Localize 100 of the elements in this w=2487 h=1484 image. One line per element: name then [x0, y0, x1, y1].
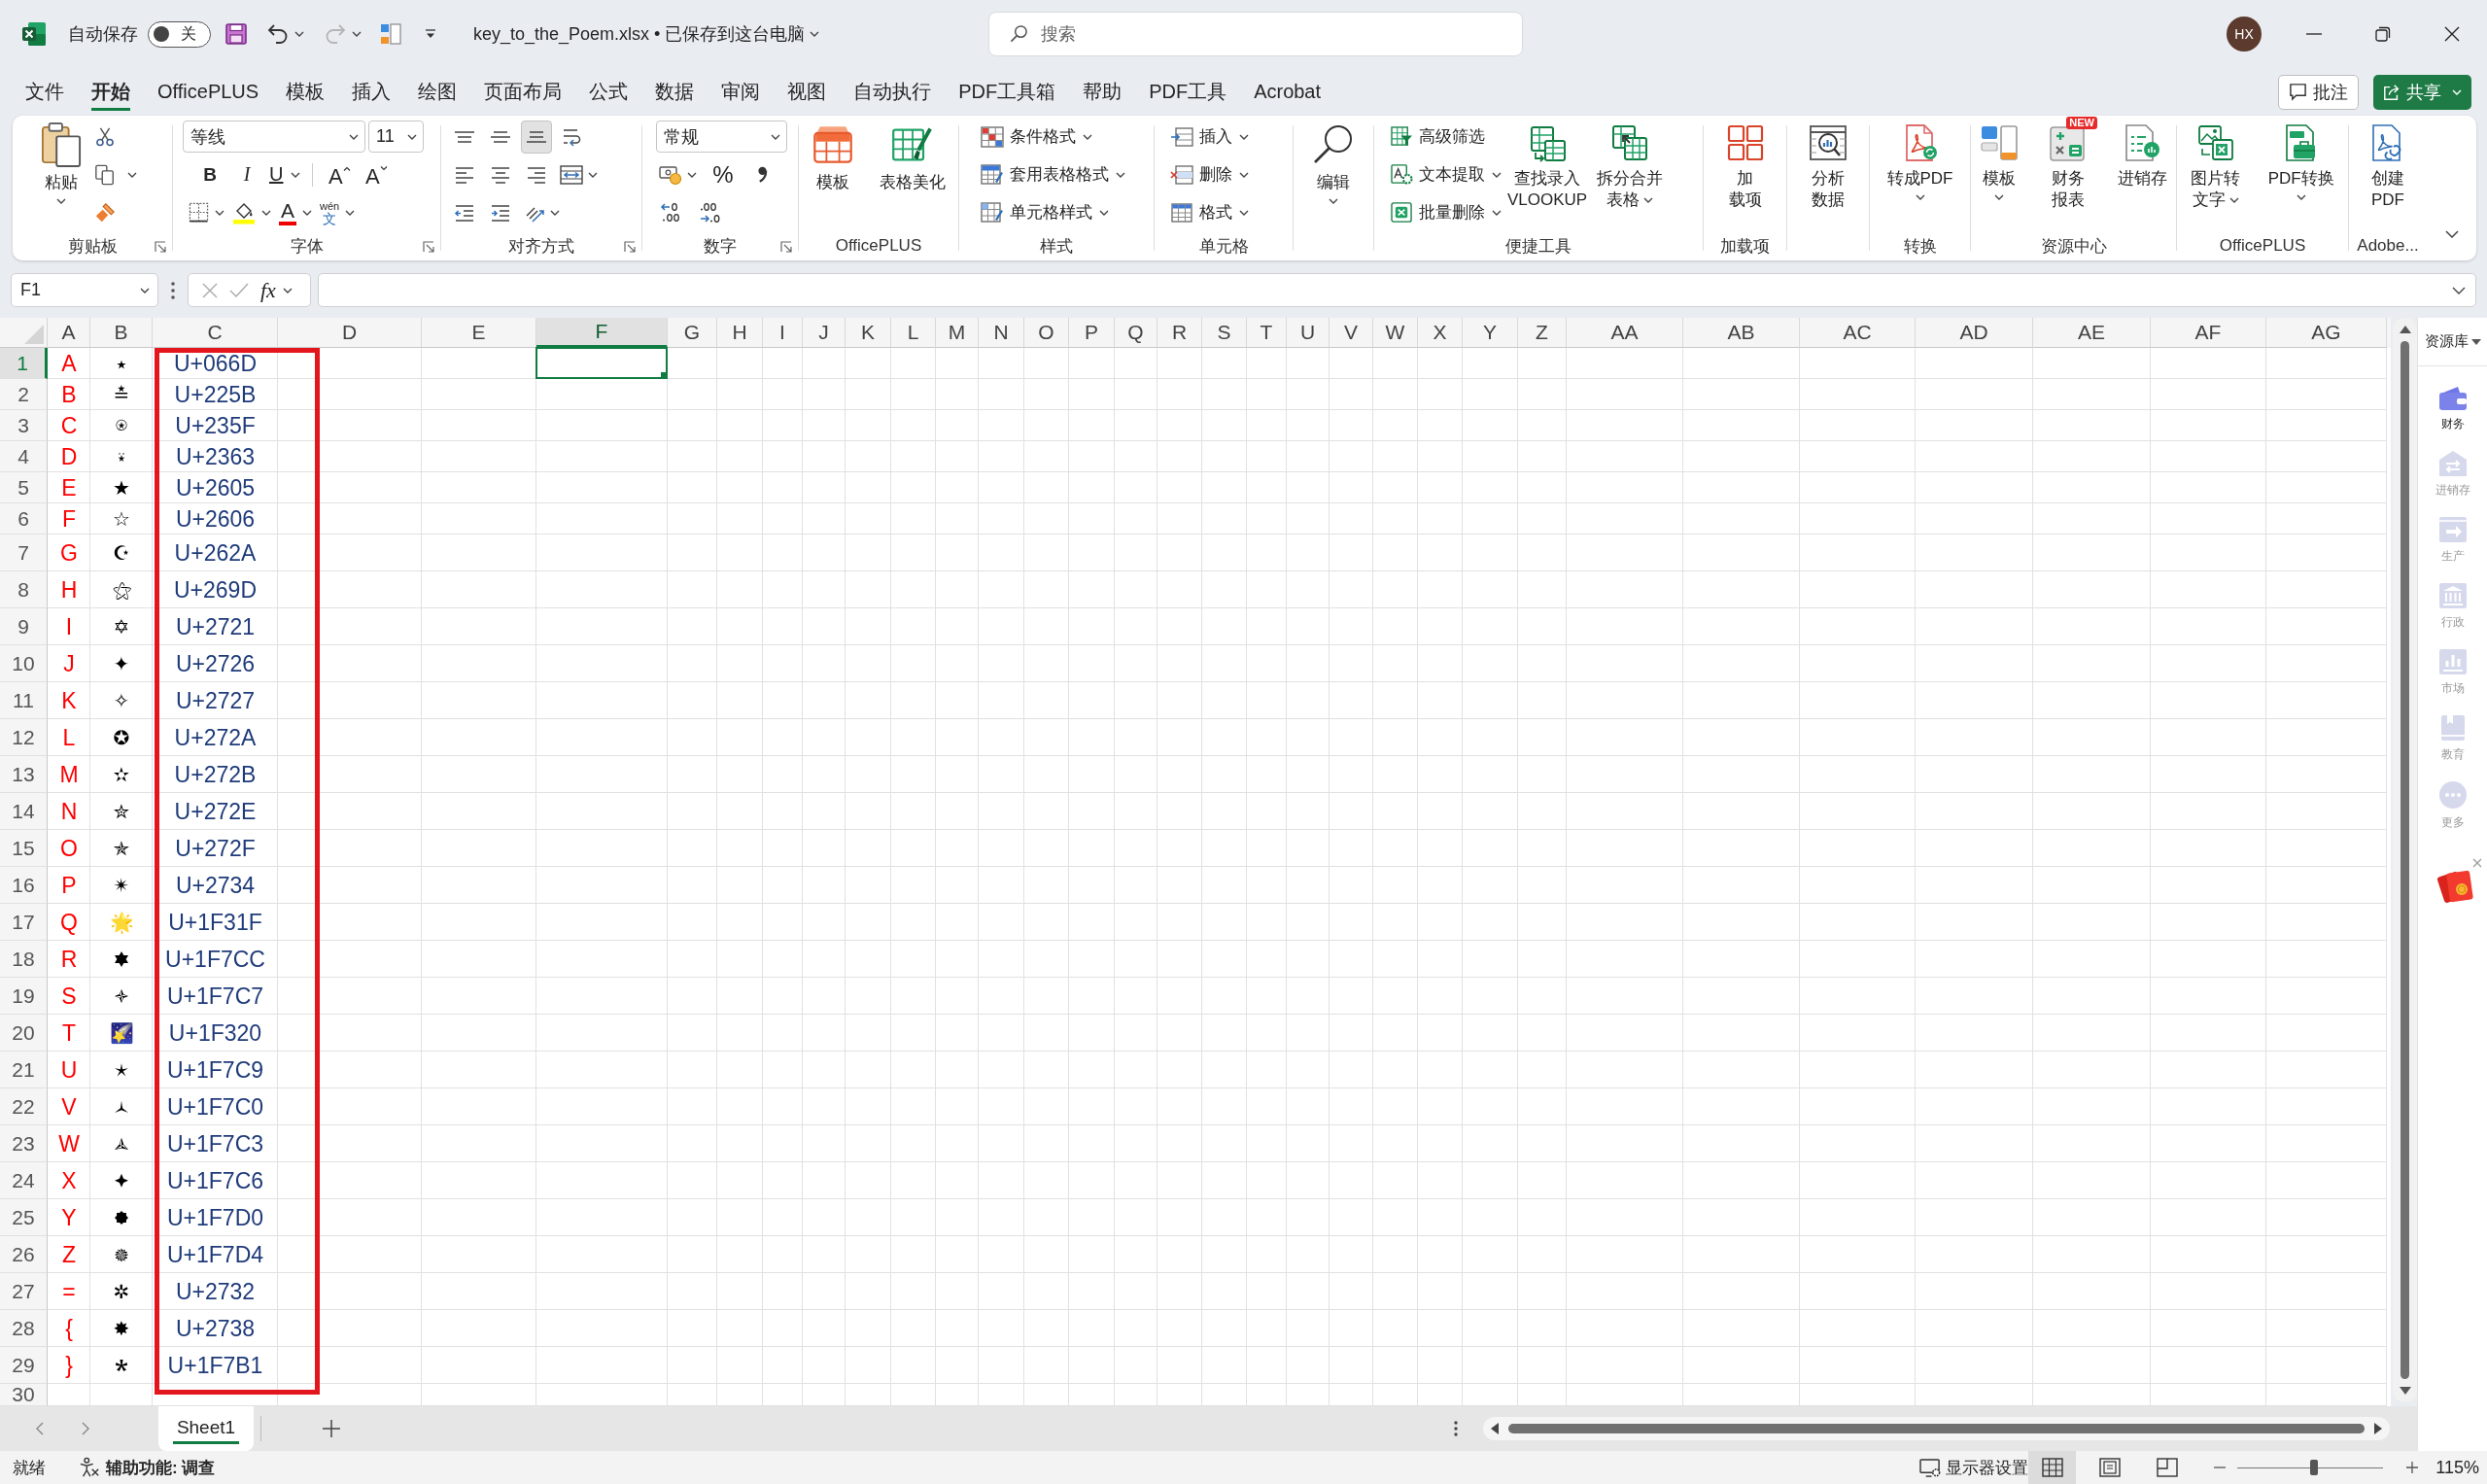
- search-field[interactable]: 搜索: [988, 12, 1523, 56]
- row-number[interactable]: 14: [0, 793, 48, 830]
- split-merge-table-button[interactable]: 拆分合并 表格: [1597, 116, 1664, 211]
- column-header[interactable]: W: [1373, 318, 1418, 348]
- column-header[interactable]: P: [1069, 318, 1115, 348]
- text-extract-button[interactable]: 文本提取: [1391, 155, 1502, 193]
- format-as-table-button[interactable]: 套用表格格式: [959, 155, 1154, 193]
- column-header[interactable]: J: [803, 318, 846, 348]
- decrease-font-size-button[interactable]: A: [362, 157, 392, 191]
- insert-function-button[interactable]: fx: [260, 277, 276, 303]
- normal-view-button[interactable]: [2028, 1451, 2077, 1484]
- column-header[interactable]: T: [1247, 318, 1287, 348]
- font-name-dropdown[interactable]: 等线: [183, 121, 365, 153]
- scrollbar-thumb[interactable]: [2401, 341, 2409, 1379]
- row-number[interactable]: 7: [0, 535, 48, 571]
- column-header[interactable]: F: [536, 318, 668, 348]
- column-header[interactable]: V: [1330, 318, 1373, 348]
- column-header[interactable]: AA: [1567, 318, 1683, 348]
- row-number[interactable]: 17: [0, 904, 48, 941]
- column-header[interactable]: D: [278, 318, 422, 348]
- column-header[interactable]: S: [1202, 318, 1247, 348]
- column-header[interactable]: AG: [2266, 318, 2387, 348]
- row-number[interactable]: 22: [0, 1088, 48, 1125]
- number-format-dropdown[interactable]: 常规: [656, 121, 787, 153]
- row-number[interactable]: 26: [0, 1236, 48, 1273]
- cell-styles-button[interactable]: 单元格样式: [959, 193, 1154, 231]
- ribbon-tab[interactable]: 插入: [338, 68, 405, 116]
- document-title[interactable]: key_to_the_Poem.xlsx • 已保存到这台电脑: [473, 22, 820, 46]
- ribbon-tab[interactable]: 文件: [12, 68, 78, 116]
- scroll-left-arrow-icon[interactable]: [1491, 1423, 1499, 1434]
- bold-button[interactable]: B: [195, 157, 225, 191]
- save-button[interactable]: [225, 23, 247, 45]
- ribbon-tab[interactable]: 自动执行: [840, 68, 946, 116]
- ribbon-tab[interactable]: PDF工具箱: [945, 68, 1070, 116]
- row-number[interactable]: 18: [0, 941, 48, 978]
- zoom-slider-thumb[interactable]: [2310, 1460, 2319, 1475]
- table-beautify-button[interactable]: 表格美化: [880, 116, 946, 193]
- column-header[interactable]: H: [717, 318, 763, 348]
- row-number[interactable]: 3: [0, 410, 48, 441]
- scroll-down-arrow-icon[interactable]: [2399, 1387, 2411, 1395]
- close-icon[interactable]: [2471, 858, 2482, 868]
- row-number[interactable]: 13: [0, 756, 48, 793]
- row-number[interactable]: 2: [0, 379, 48, 410]
- column-header[interactable]: K: [846, 318, 891, 348]
- column-header[interactable]: AF: [2151, 318, 2266, 348]
- undo-button[interactable]: [266, 22, 304, 46]
- row-number[interactable]: 29: [0, 1347, 48, 1384]
- editing-button[interactable]: 编辑: [1312, 116, 1355, 204]
- formula-input[interactable]: [318, 273, 2476, 307]
- column-header[interactable]: Z: [1518, 318, 1567, 348]
- batch-delete-button[interactable]: 批量删除: [1391, 193, 1502, 231]
- resource-library-button[interactable]: 资源库: [2418, 318, 2487, 366]
- row-number[interactable]: 21: [0, 1052, 48, 1088]
- vlookup-button[interactable]: 查找录入 VLOOKUP: [1507, 116, 1588, 211]
- row-number[interactable]: 6: [0, 503, 48, 535]
- dialog-launcher-icon[interactable]: [155, 241, 166, 253]
- share-button[interactable]: 共享: [2373, 74, 2471, 110]
- pdf-convert-button[interactable]: PDF转换: [2267, 116, 2334, 200]
- insert-cells-button[interactable]: 插入: [1155, 118, 1293, 155]
- column-header[interactable]: I: [763, 318, 803, 348]
- font-color-button[interactable]: A: [279, 195, 312, 229]
- delete-cells-button[interactable]: 删除: [1155, 155, 1293, 193]
- autosave-toggle[interactable]: 关: [148, 20, 211, 48]
- column-header[interactable]: Y: [1463, 318, 1518, 348]
- zoom-level-button[interactable]: 115%: [2435, 1457, 2479, 1478]
- italic-button[interactable]: I: [232, 157, 261, 191]
- scroll-up-arrow-icon[interactable]: [2399, 326, 2411, 333]
- chevron-down-icon[interactable]: [2452, 286, 2466, 294]
- advanced-filter-button[interactable]: 高级筛选: [1391, 118, 1502, 155]
- selected-cell[interactable]: [535, 347, 668, 379]
- inventory-button[interactable]: 进销存: [2117, 116, 2167, 190]
- add-ins-button[interactable]: 加 载项: [1725, 116, 1765, 211]
- underline-button[interactable]: U: [269, 157, 301, 191]
- ribbon-tab[interactable]: 帮助: [1069, 68, 1136, 116]
- financial-report-button[interactable]: NEW 财务 报表: [2037, 116, 2099, 211]
- row-number[interactable]: 4: [0, 441, 48, 472]
- row-number[interactable]: 15: [0, 830, 48, 867]
- column-header[interactable]: G: [668, 318, 717, 348]
- percent-style-button[interactable]: %: [708, 157, 739, 191]
- sheet-tab[interactable]: Sheet1: [158, 1406, 254, 1451]
- row-number[interactable]: 11: [0, 682, 48, 719]
- paste-button[interactable]: 粘贴: [41, 116, 82, 204]
- ribbon-tab[interactable]: 模板: [272, 68, 339, 116]
- column-header[interactable]: AC: [1800, 318, 1916, 348]
- column-header[interactable]: AE: [2033, 318, 2151, 348]
- row-number[interactable]: 24: [0, 1162, 48, 1199]
- more-vertical-icon[interactable]: [171, 282, 175, 299]
- phonetic-guide-button[interactable]: wén 文: [320, 195, 356, 229]
- template-button[interactable]: 模板: [812, 116, 854, 193]
- dialog-launcher-icon[interactable]: [423, 241, 434, 253]
- analyze-data-button[interactable]: 分析 数据: [1809, 116, 1848, 211]
- row-number[interactable]: 30: [0, 1384, 48, 1406]
- form-button[interactable]: [380, 23, 401, 45]
- scroll-right-arrow-icon[interactable]: [2374, 1423, 2382, 1434]
- row-number[interactable]: 23: [0, 1125, 48, 1162]
- image-to-text-button[interactable]: 图片转 文字: [2191, 116, 2241, 211]
- scrollbar-thumb[interactable]: [1508, 1424, 2365, 1433]
- user-avatar[interactable]: HX: [2227, 17, 2262, 52]
- ribbon-tab[interactable]: 数据: [641, 68, 708, 116]
- create-pdf-button[interactable]: 创建 PDF: [2368, 116, 2407, 211]
